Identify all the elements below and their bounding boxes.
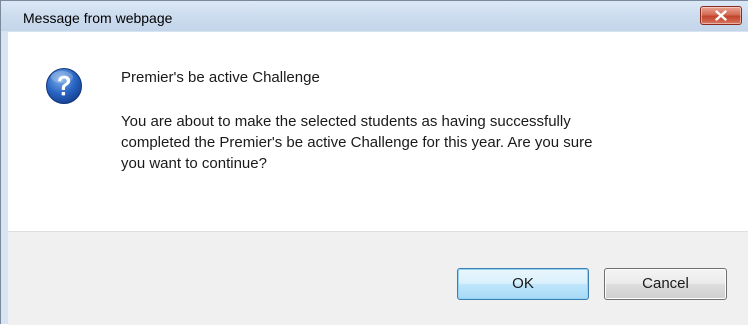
message-line: you want to continue? (121, 155, 267, 172)
message-line: completed the Premier's be active Challe… (121, 134, 593, 151)
message-line: You are about to make the selected stude… (121, 113, 571, 130)
window-title: Message from webpage (23, 10, 173, 26)
button-bar: OK Cancel (8, 231, 748, 325)
message-text: You are about to make the selected stude… (121, 111, 681, 174)
ok-button[interactable]: OK (457, 268, 589, 300)
cancel-button[interactable]: Cancel (604, 268, 727, 300)
title-bar[interactable]: Message from webpage (1, 1, 748, 31)
message-heading: Premier's be active Challenge (121, 69, 320, 86)
close-icon (715, 10, 727, 21)
close-button[interactable] (700, 6, 742, 25)
question-icon (46, 68, 82, 104)
message-dialog: Message from webpage Premier's be active… (0, 0, 748, 325)
